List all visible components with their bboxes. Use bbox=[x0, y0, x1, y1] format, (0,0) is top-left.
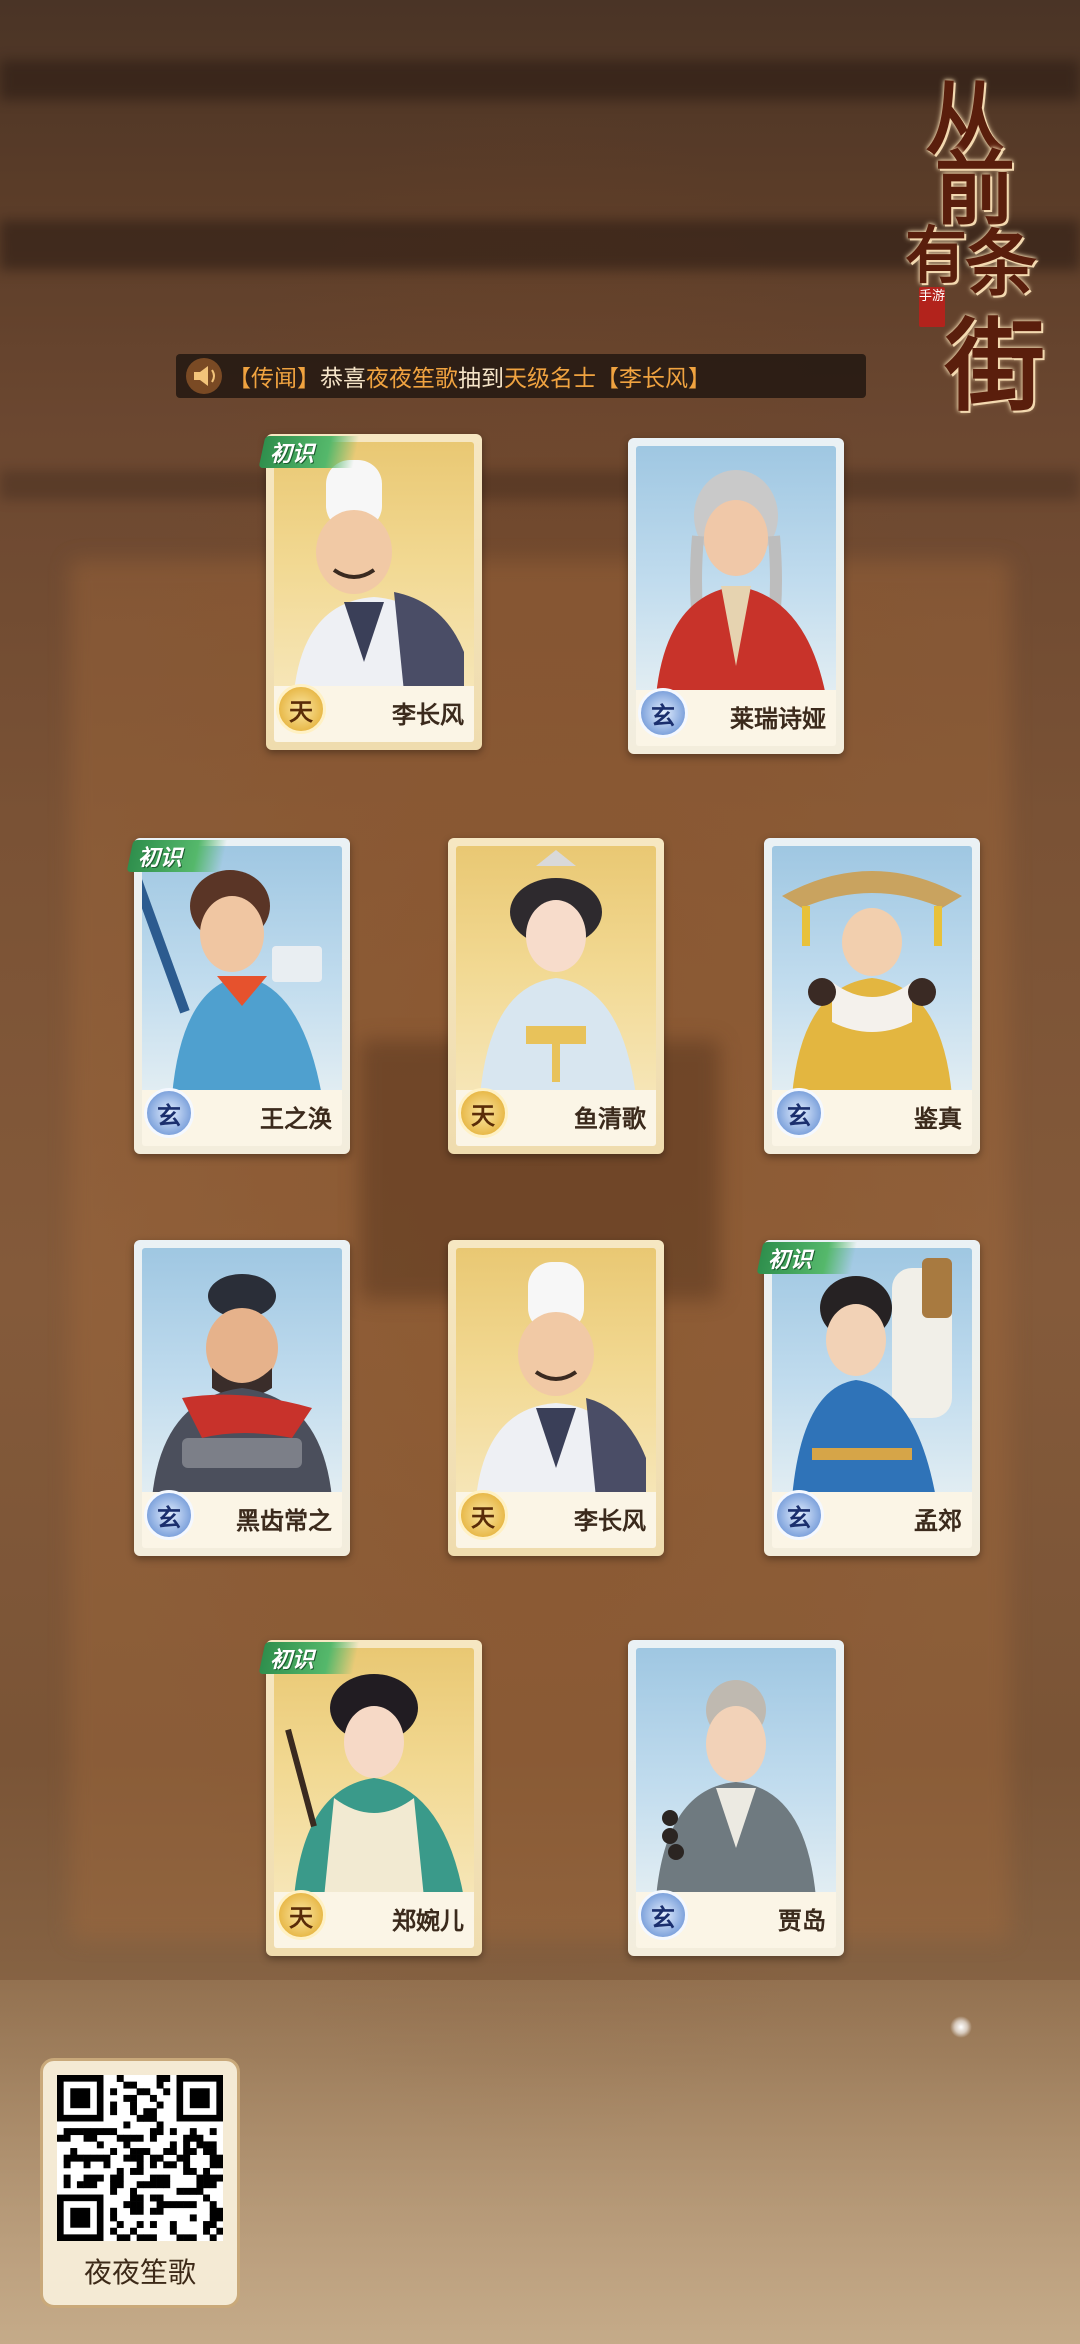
character-card[interactable]: 天 郑婉儿 初识 bbox=[258, 1640, 482, 1956]
character-card[interactable]: 天 李长风 初识 bbox=[258, 434, 482, 750]
character-card[interactable]: 玄 黑齿常之 bbox=[134, 1240, 350, 1556]
character-portrait bbox=[142, 846, 342, 1096]
news-congrats: 恭喜 bbox=[320, 366, 366, 392]
rank-badge: 天 bbox=[276, 1890, 326, 1940]
character-name: 黑齿常之 bbox=[236, 1507, 332, 1535]
rank-badge: 天 bbox=[458, 1490, 508, 1540]
character-portrait bbox=[772, 1248, 972, 1498]
new-ribbon-text: 初识 bbox=[270, 441, 315, 467]
character-portrait bbox=[456, 846, 656, 1096]
new-ribbon-text: 初识 bbox=[270, 1647, 315, 1673]
logo-char: 有 bbox=[905, 219, 968, 292]
character-card[interactable]: 玄 鉴真 bbox=[764, 838, 980, 1154]
character-card[interactable]: 玄 孟郊 初识 bbox=[756, 1240, 980, 1556]
character-portrait bbox=[456, 1248, 656, 1498]
character-portrait bbox=[274, 1648, 474, 1898]
character-card[interactable]: 玄 王之涣 初识 bbox=[126, 838, 350, 1154]
news-rarity: 天级名士 bbox=[504, 366, 596, 392]
character-card[interactable]: 玄 莱瑞诗娅 bbox=[628, 438, 844, 754]
logo-seal: 手游 bbox=[919, 287, 945, 327]
rank-badge: 玄 bbox=[638, 1890, 688, 1940]
news-player: 夜夜笙歌 bbox=[366, 366, 458, 392]
character-portrait bbox=[274, 442, 474, 692]
new-ribbon: 初识 bbox=[258, 1638, 360, 1678]
character-name: 贾岛 bbox=[778, 1907, 826, 1935]
character-portrait bbox=[142, 1248, 342, 1498]
character-card[interactable]: 天 鱼清歌 bbox=[448, 838, 664, 1154]
logo-char: 街 bbox=[945, 307, 1045, 425]
character-card[interactable]: 玄 贾岛 bbox=[628, 1640, 844, 1956]
character-portrait bbox=[636, 446, 836, 696]
character-card[interactable]: 天 李长风 bbox=[448, 1240, 664, 1556]
character-name: 郑婉儿 bbox=[392, 1907, 464, 1935]
qr-code bbox=[57, 2075, 224, 2242]
new-ribbon-text: 初识 bbox=[138, 845, 183, 871]
rank-badge: 玄 bbox=[774, 1088, 824, 1138]
character-portrait bbox=[636, 1648, 836, 1898]
rank-badge: 天 bbox=[458, 1088, 508, 1138]
character-portrait bbox=[772, 846, 972, 1096]
news-action: 抽到 bbox=[458, 366, 504, 392]
new-ribbon: 初识 bbox=[126, 836, 228, 876]
news-ticker[interactable]: 【传闻】 恭喜 夜夜笙歌 抽到 天级名士 【李长风】 bbox=[176, 354, 866, 398]
qr-label: 夜夜笙歌 bbox=[83, 2256, 196, 2289]
character-name: 李长风 bbox=[574, 1507, 646, 1535]
rank-badge: 天 bbox=[276, 684, 326, 734]
background-beam bbox=[0, 470, 1080, 500]
character-name: 李长风 bbox=[392, 701, 464, 729]
qr-code-panel[interactable]: 夜夜笙歌 bbox=[40, 2058, 240, 2308]
news-character: 【李长风】 bbox=[596, 366, 711, 392]
sparkle bbox=[950, 2016, 972, 2038]
character-name: 王之涣 bbox=[260, 1105, 332, 1133]
rank-badge: 玄 bbox=[774, 1490, 824, 1540]
new-ribbon-text: 初识 bbox=[768, 1247, 813, 1273]
character-name: 莱瑞诗娅 bbox=[730, 705, 826, 733]
rank-badge: 玄 bbox=[144, 1088, 194, 1138]
rank-badge: 玄 bbox=[638, 688, 688, 738]
character-name: 鱼清歌 bbox=[574, 1105, 646, 1133]
character-name: 鉴真 bbox=[914, 1105, 962, 1133]
rank-badge: 玄 bbox=[144, 1490, 194, 1540]
speaker-icon bbox=[184, 356, 224, 396]
new-ribbon: 初识 bbox=[756, 1238, 858, 1278]
game-logo: 从 前 有 条 手游 街 bbox=[905, 55, 1055, 465]
news-prefix: 【传闻】 bbox=[228, 366, 320, 392]
new-ribbon: 初识 bbox=[258, 432, 360, 472]
character-name: 孟郊 bbox=[914, 1507, 962, 1535]
